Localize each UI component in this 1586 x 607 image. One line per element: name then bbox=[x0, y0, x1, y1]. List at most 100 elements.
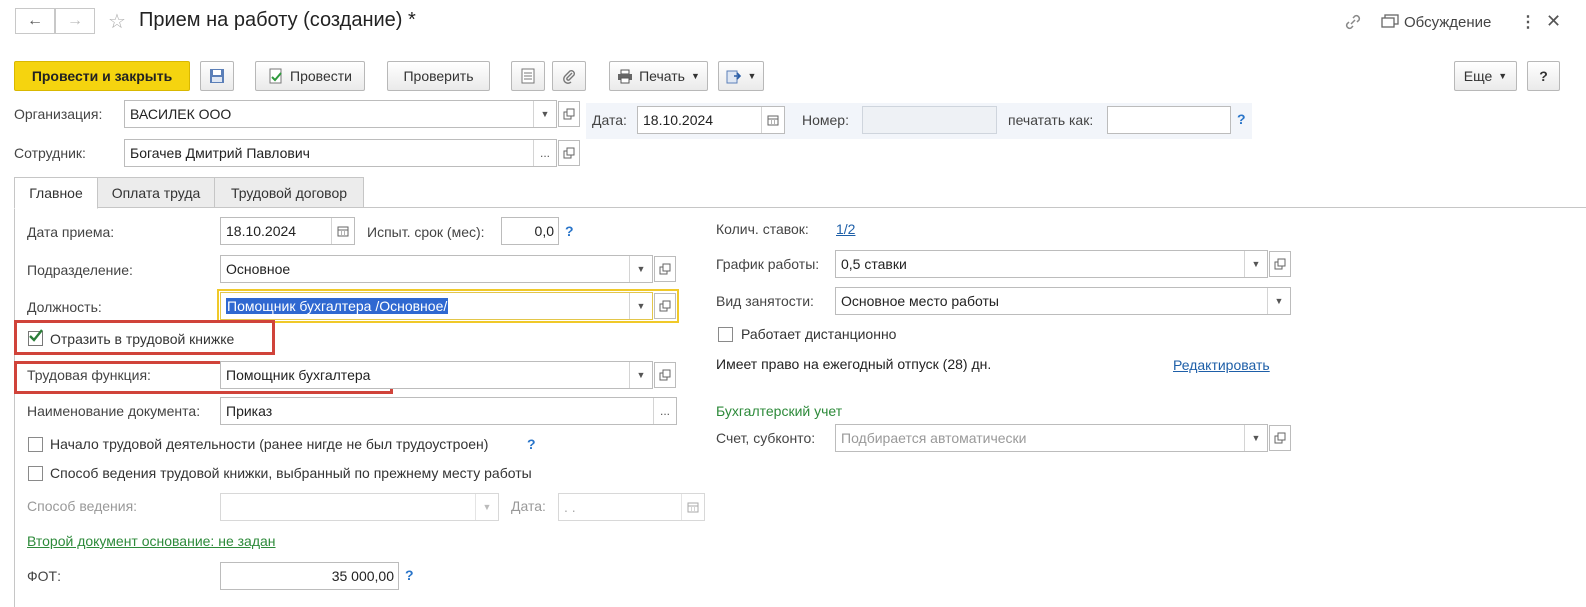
calendar-icon[interactable] bbox=[681, 494, 704, 520]
page-title: Прием на работу (создание) * bbox=[139, 9, 416, 31]
chevron-down-icon: ▼ bbox=[747, 71, 757, 81]
save-button[interactable] bbox=[200, 61, 234, 91]
back-button[interactable]: ← bbox=[15, 8, 55, 34]
workbook-method-checkbox[interactable] bbox=[28, 466, 43, 481]
doc-name-field[interactable]: Приказ... bbox=[220, 397, 677, 425]
chevron-down-icon: ▼ bbox=[1498, 71, 1508, 81]
account-field[interactable]: Подбирается автоматически ▼ bbox=[835, 424, 1268, 452]
hire-date-field[interactable]: 18.10.2024 bbox=[220, 217, 355, 245]
dropdown-icon[interactable]: ▼ bbox=[1244, 425, 1267, 451]
help-icon[interactable]: ? bbox=[527, 436, 536, 452]
printer-icon bbox=[618, 69, 633, 83]
ellipsis-icon[interactable]: ... bbox=[653, 398, 676, 424]
edit-vacation-link[interactable]: Редактировать bbox=[1173, 357, 1270, 373]
method-date-field[interactable]: . . bbox=[558, 493, 705, 521]
calendar-icon[interactable] bbox=[761, 107, 784, 133]
probation-label: Испыт. срок (мес): bbox=[367, 224, 485, 240]
document-list-icon bbox=[521, 68, 535, 84]
date-label: Дата: bbox=[592, 112, 627, 128]
more-button[interactable]: Еще ▼ bbox=[1454, 61, 1517, 91]
accounting-header: Бухгалтерский учет bbox=[716, 403, 843, 419]
employee-label: Сотрудник: bbox=[14, 145, 86, 161]
open-position-button[interactable] bbox=[654, 293, 676, 319]
dropdown-icon[interactable]: ▼ bbox=[629, 256, 652, 282]
arrow-left-icon: ← bbox=[27, 12, 43, 29]
start-activity-label: Начало трудовой деятельности (ранее нигд… bbox=[50, 436, 489, 452]
schedule-field[interactable]: 0,5 ставки ▼ bbox=[835, 250, 1268, 278]
number-field[interactable] bbox=[862, 106, 997, 134]
open-icon bbox=[563, 108, 575, 120]
position-label: Должность: bbox=[27, 299, 102, 315]
help-icon[interactable]: ? bbox=[1237, 111, 1246, 127]
report-button[interactable] bbox=[511, 61, 545, 91]
rates-label: Колич. ставок: bbox=[716, 221, 809, 237]
tab-contract[interactable]: Трудовой договор bbox=[214, 177, 364, 208]
help-button[interactable]: ? bbox=[1527, 61, 1560, 91]
create-based-icon bbox=[726, 70, 741, 84]
tab-main[interactable]: Главное bbox=[14, 177, 98, 209]
discussion-icon[interactable] bbox=[1381, 14, 1399, 33]
position-field[interactable]: Помощник бухгалтера /Основное/ ▼ bbox=[220, 292, 653, 320]
checkmark-icon bbox=[29, 329, 43, 342]
attach-button[interactable] bbox=[552, 61, 586, 91]
start-activity-checkbox[interactable] bbox=[28, 437, 43, 452]
dropdown-icon[interactable]: ▼ bbox=[1267, 288, 1290, 314]
post-and-close-button[interactable]: Провести и закрыть bbox=[14, 61, 190, 91]
check-button[interactable]: Проверить bbox=[387, 61, 490, 91]
organization-label: Организация: bbox=[14, 106, 103, 122]
labor-function-label: Трудовая функция: bbox=[27, 367, 151, 383]
post-button[interactable]: Провести bbox=[255, 61, 365, 91]
open-schedule-button[interactable] bbox=[1269, 251, 1291, 277]
tab-payment[interactable]: Оплата труда bbox=[97, 177, 215, 208]
second-document-link[interactable]: Второй документ основание: не задан bbox=[27, 533, 276, 549]
open-icon bbox=[1274, 432, 1286, 444]
open-employee-button[interactable] bbox=[558, 140, 580, 166]
dropdown-icon[interactable]: ▼ bbox=[533, 101, 556, 127]
open-account-button[interactable] bbox=[1269, 425, 1291, 451]
close-icon[interactable]: ✕ bbox=[1546, 11, 1561, 32]
arrow-right-icon: → bbox=[67, 12, 83, 29]
dropdown-icon[interactable]: ▼ bbox=[629, 362, 652, 388]
rates-link[interactable]: 1/2 bbox=[836, 221, 855, 237]
star-icon[interactable]: ☆ bbox=[108, 9, 126, 34]
employee-field[interactable]: Богачев Дмитрий Павлович... bbox=[124, 139, 557, 167]
print-as-field[interactable] bbox=[1107, 106, 1231, 134]
dropdown-icon[interactable]: ▼ bbox=[1244, 251, 1267, 277]
open-labor-function-button[interactable] bbox=[654, 362, 676, 388]
open-icon bbox=[659, 369, 671, 381]
organization-field[interactable]: ВАСИЛЕК ООО ▼ bbox=[124, 100, 557, 128]
dropdown-icon[interactable]: ▼ bbox=[475, 494, 498, 520]
labor-function-field[interactable]: Помощник бухгалтера ▼ bbox=[220, 361, 653, 389]
remote-checkbox[interactable] bbox=[718, 327, 733, 342]
method-date-label: Дата: bbox=[511, 498, 546, 514]
hire-date-label: Дата приема: bbox=[27, 224, 115, 240]
probation-field[interactable]: 0,0 bbox=[501, 217, 559, 245]
open-icon bbox=[659, 263, 671, 275]
method-field[interactable]: ▼ bbox=[220, 493, 499, 521]
date-field[interactable]: 18.10.2024 bbox=[637, 106, 785, 134]
ellipsis-icon[interactable]: ... bbox=[533, 140, 556, 166]
open-icon bbox=[659, 300, 671, 312]
division-label: Подразделение: bbox=[27, 262, 133, 278]
employment-field[interactable]: Основное место работы ▼ bbox=[835, 287, 1291, 315]
reflect-checkbox[interactable] bbox=[28, 329, 43, 346]
forward-button[interactable]: → bbox=[55, 8, 95, 34]
vacation-text: Имеет право на ежегодный отпуск (28) дн. bbox=[716, 356, 992, 372]
dropdown-icon[interactable]: ▼ bbox=[629, 293, 652, 319]
calendar-icon[interactable] bbox=[331, 218, 354, 244]
help-icon[interactable]: ? bbox=[405, 567, 414, 583]
fot-field[interactable]: 35 000,00 bbox=[220, 562, 399, 590]
help-icon[interactable]: ? bbox=[565, 223, 574, 239]
open-organization-button[interactable] bbox=[558, 101, 580, 127]
open-division-button[interactable] bbox=[654, 256, 676, 282]
number-label: Номер: bbox=[802, 112, 849, 128]
post-icon bbox=[269, 68, 282, 84]
division-field[interactable]: Основное ▼ bbox=[220, 255, 653, 283]
discussion-label[interactable]: Обсуждение bbox=[1404, 14, 1491, 31]
paperclip-icon bbox=[563, 70, 575, 84]
link-icon[interactable] bbox=[1343, 12, 1363, 35]
print-button[interactable]: Печать ▼ bbox=[609, 61, 708, 91]
create-based-on-button[interactable]: ▼ bbox=[718, 61, 764, 91]
more-menu-icon[interactable]: ⋮ bbox=[1520, 12, 1536, 32]
print-as-label: печатать как: bbox=[1008, 112, 1094, 128]
